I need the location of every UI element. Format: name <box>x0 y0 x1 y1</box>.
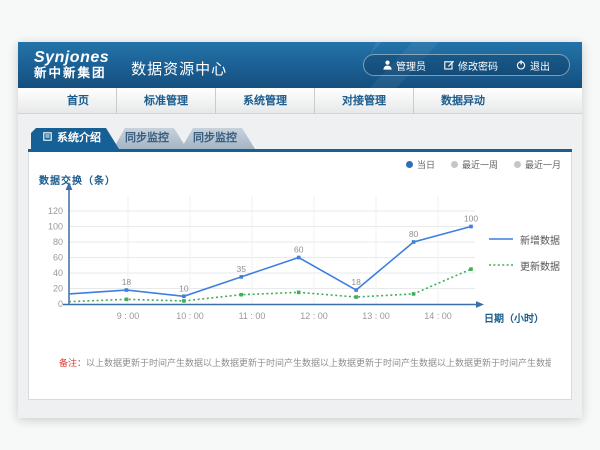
change-password-button[interactable]: 修改密码 <box>435 58 507 73</box>
admin-user-label: 管理员 <box>396 58 426 73</box>
legend-new-data-label: 新增数据 <box>520 232 560 247</box>
svg-text:13 : 00: 13 : 00 <box>362 311 390 321</box>
tab-strip: 系统介绍 同步监控 同步监控 <box>31 128 572 149</box>
svg-text:18: 18 <box>351 277 361 287</box>
svg-text:80: 80 <box>409 229 419 239</box>
svg-text:10 : 00: 10 : 00 <box>176 311 204 321</box>
svg-text:60: 60 <box>53 253 63 263</box>
dotted-line-icon <box>489 260 513 271</box>
legend-updated-data-label: 更新数据 <box>520 258 560 273</box>
tab-system-intro-label: 系统介绍 <box>57 128 101 149</box>
svg-text:80: 80 <box>53 237 63 247</box>
svg-text:10: 10 <box>179 283 189 293</box>
svg-text:20: 20 <box>53 284 63 294</box>
svg-text:12 : 00: 12 : 00 <box>300 311 328 321</box>
svg-text:40: 40 <box>53 268 63 278</box>
chart-panel: 当日 最近一周 最近一月 数据交换（条） 日期（小时） 9 : 0010 : 0… <box>28 152 572 400</box>
radio-unselected-icon <box>451 161 458 168</box>
svg-text:18: 18 <box>122 277 132 287</box>
tab-sync-monitor-2[interactable]: 同步监控 <box>181 128 255 149</box>
tab-sync-monitor-2-label: 同步监控 <box>193 132 237 144</box>
svg-text:35: 35 <box>237 264 247 274</box>
admin-user-button[interactable]: 管理员 <box>374 58 435 73</box>
svg-text:14 : 00: 14 : 00 <box>424 311 452 321</box>
change-password-label: 修改密码 <box>458 58 498 73</box>
radio-selected-icon <box>406 161 413 168</box>
content-area: 系统介绍 同步监控 同步监控 当日 最近一周 <box>18 114 582 417</box>
user-toolbar: 管理员 修改密码 退出 <box>363 54 570 76</box>
svg-text:11 : 00: 11 : 00 <box>239 311 266 321</box>
main-nav: 首页 标准管理 系统管理 对接管理 数据异动 <box>18 88 582 114</box>
svg-text:120: 120 <box>48 206 63 216</box>
edit-icon <box>444 60 454 70</box>
company-logo: Synjones 新中新集团 <box>34 50 109 80</box>
nav-item-system-mgmt[interactable]: 系统管理 <box>215 88 314 114</box>
svg-text:9 : 00: 9 : 00 <box>117 311 140 321</box>
tab-system-intro[interactable]: 系统介绍 <box>31 128 119 149</box>
page-title: 数据资源中心 <box>131 58 227 79</box>
chart-legend: 新增数据 更新数据 <box>489 232 560 273</box>
nav-item-interface-mgmt[interactable]: 对接管理 <box>314 88 413 114</box>
legend-updated-data: 更新数据 <box>489 258 560 273</box>
svg-text:60: 60 <box>294 245 304 255</box>
app-header: Synjones 新中新集团 数据资源中心 管理员 修改密码 退出 <box>18 42 582 88</box>
logout-button[interactable]: 退出 <box>507 58 559 73</box>
power-icon <box>516 60 526 70</box>
nav-item-data-change[interactable]: 数据异动 <box>413 88 512 114</box>
svg-text:100: 100 <box>48 222 63 232</box>
tab-sync-monitor-1-label: 同步监控 <box>125 132 169 144</box>
tab-sync-monitor-1[interactable]: 同步监控 <box>113 128 187 149</box>
svg-text:0: 0 <box>58 299 63 309</box>
radio-unselected-icon <box>514 161 521 168</box>
logo-text-cn: 新中新集团 <box>34 67 109 80</box>
app-window: Synjones 新中新集团 数据资源中心 管理员 修改密码 退出 <box>18 42 582 418</box>
user-icon <box>383 60 392 70</box>
footnote: 备注：以上数据更新于时间产生数据以上数据更新于时间产生数据以上数据更新于时间产生… <box>59 356 551 369</box>
solid-line-icon <box>489 234 513 245</box>
document-icon <box>43 128 52 149</box>
nav-item-home[interactable]: 首页 <box>40 88 116 114</box>
logo-text-en: Synjones <box>34 50 109 67</box>
svg-text:100: 100 <box>464 214 478 224</box>
footnote-prefix: 备注： <box>59 358 86 368</box>
logout-label: 退出 <box>530 58 550 73</box>
legend-new-data: 新增数据 <box>489 232 560 247</box>
footnote-text: 以上数据更新于时间产生数据以上数据更新于时间产生数据以上数据更新于时间产生数据以… <box>86 358 551 368</box>
desktop-background: { "theme": { "header_blue": "#1a5f93", "… <box>0 0 600 450</box>
nav-item-standard-mgmt[interactable]: 标准管理 <box>116 88 215 114</box>
